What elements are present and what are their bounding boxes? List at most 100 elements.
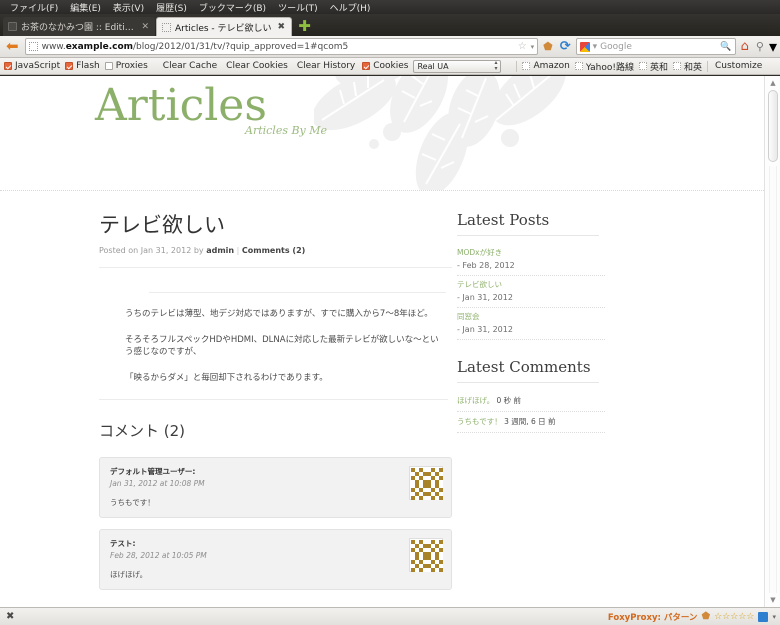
toggle-javascript[interactable]: JavaScript	[4, 61, 60, 71]
comment-link[interactable]: ほげほげ。	[457, 396, 494, 405]
post-meta-separator: |	[234, 246, 242, 255]
chevron-down-icon[interactable]: ▾	[772, 613, 776, 621]
bookmark-icon[interactable]: ⬟	[701, 611, 710, 622]
comment-item: テスト: Feb 28, 2012 at 10:05 PM ほげほげ。	[99, 528, 452, 590]
scrollbar-thumb[interactable]	[768, 90, 778, 162]
tab-close-icon[interactable]: ✖	[278, 22, 286, 32]
comments-heading: コメント (2)	[99, 421, 186, 440]
toolbar-divider	[516, 60, 518, 72]
customize-button[interactable]: Customize	[713, 61, 764, 71]
checkbox-icon[interactable]	[362, 62, 371, 70]
comment-text: うちもです！	[110, 497, 155, 507]
checkbox-icon[interactable]	[65, 62, 74, 70]
clear-cookies-button[interactable]: Clear Cookies	[224, 61, 290, 71]
menu-item-file[interactable]: ファイル(F)	[4, 1, 64, 14]
checkbox-icon[interactable]	[104, 62, 113, 70]
bookmark-icon[interactable]: ⬟	[541, 41, 555, 52]
page-scrollbar[interactable]: ▲ ▼	[764, 76, 780, 607]
page-viewport: Articles Articles By Me テレビ欲しい Posted on…	[0, 76, 780, 607]
extension-icon[interactable]	[758, 611, 769, 622]
tab-active[interactable]: Articles - テレビ欲しい ✖	[156, 17, 293, 36]
back-arrow-icon[interactable]: ⬅	[3, 39, 22, 54]
toggle-waei[interactable]: 和英	[672, 60, 702, 73]
scrollbar-track[interactable]	[769, 166, 777, 593]
checkbox-icon[interactable]	[638, 62, 647, 70]
post-date: - Jan 31, 2012	[457, 325, 513, 334]
menu-item-bookmarks[interactable]: ブックマーク(B)	[193, 1, 272, 14]
toggle-yahoo-route[interactable]: Yahoo!路線	[574, 60, 634, 73]
identicon-icon	[411, 467, 443, 500]
url-bar[interactable]: www.example.com/blog/2012/01/31/tv/?quip…	[24, 38, 539, 55]
comment-age: 0 秒 前	[496, 396, 522, 405]
tab-inactive[interactable]: お茶のなかみつ園 :: Editing: ... ✕	[3, 17, 155, 36]
google-icon	[579, 41, 590, 52]
list-item: MODxが好き - Feb 28, 2012	[457, 244, 605, 276]
navigation-toolbar: ⬅ www.example.com/blog/2012/01/31/tv/?qu…	[0, 36, 780, 58]
list-item: うちもです！ 3 週間, 6 日 前	[457, 412, 605, 433]
menu-item-help[interactable]: ヘルプ(H)	[324, 1, 377, 14]
toolbar-overflow-icon[interactable]: ▾	[769, 37, 777, 56]
toggle-cookies[interactable]: Cookies	[362, 61, 408, 71]
addon-toolbar: JavaScript Flash Proxies Clear Cache Cle…	[0, 58, 780, 75]
addons-icon[interactable]: ⚲	[754, 41, 766, 52]
post-link[interactable]: MODxが好き	[457, 247, 605, 258]
main-column: テレビ欲しい Posted on Jan 31, 2012 by admin |…	[0, 191, 452, 607]
post-body: うちのテレビは薄型、地デジ対応ではありますが、すでに購入から7〜8年ほど。 そろ…	[95, 268, 452, 385]
favicon-icon	[8, 22, 17, 31]
post-author-link[interactable]: admin	[206, 246, 234, 255]
bookmark-star-icon[interactable]: ☆	[518, 41, 527, 52]
toggle-amazon[interactable]: Amazon	[522, 61, 570, 71]
status-bar-right: FoxyProxy: パターン ⬟ ☆☆☆☆☆ ▾	[608, 611, 776, 623]
site-brand-title[interactable]: Articles	[95, 80, 267, 131]
home-icon[interactable]: ⌂	[739, 40, 751, 53]
page-title: テレビ欲しい	[99, 213, 225, 237]
browser-window: ファイル(F) 編集(E) 表示(V) 履歴(S) ブックマーク(B) ツール(…	[0, 0, 780, 625]
menu-item-view[interactable]: 表示(V)	[107, 1, 150, 14]
reload-icon[interactable]: ⟳	[558, 40, 573, 53]
post-date: - Jan 31, 2012	[457, 293, 513, 302]
site-header: Articles Articles By Me	[0, 76, 764, 191]
foxyproxy-status[interactable]: FoxyProxy: パターン	[608, 611, 698, 623]
stepper-icon[interactable]: ▴ ▾	[494, 60, 497, 72]
close-icon[interactable]: ✖	[4, 611, 16, 622]
clear-cache-button[interactable]: Clear Cache	[161, 61, 219, 71]
leaf-decoration-icon	[314, 76, 566, 190]
scroll-up-icon[interactable]: ▲	[765, 76, 780, 90]
tab-close-icon[interactable]: ✕	[141, 22, 149, 32]
clear-history-button[interactable]: Clear History	[295, 61, 357, 71]
toggle-proxies[interactable]: Proxies	[104, 61, 148, 71]
menu-item-tools[interactable]: ツール(T)	[272, 1, 324, 14]
list-item: ほげほげ。 0 秒 前	[457, 391, 605, 412]
url-text: www.example.com/blog/2012/01/31/tv/?quip…	[41, 41, 349, 52]
checkbox-icon[interactable]	[574, 62, 583, 70]
post-meta-prefix: Posted on Jan 31, 2012 by	[99, 246, 207, 255]
rating-stars-icon[interactable]: ☆☆☆☆☆	[714, 612, 754, 622]
checkbox-icon[interactable]	[672, 62, 681, 70]
post-link[interactable]: テレビ欲しい	[457, 279, 605, 290]
comment-date: Jan 31, 2012 at 10:08 PM	[110, 478, 205, 488]
toggle-label: Cookies	[373, 61, 409, 71]
widget-latest-comments: Latest Comments ほげほげ。 0 秒 前 うちもです！ 3 週間,…	[457, 358, 667, 433]
scroll-down-icon[interactable]: ▼	[765, 593, 780, 607]
post-comments-link[interactable]: Comments (2)	[242, 246, 305, 255]
chevron-down-icon[interactable]: ▾	[531, 43, 535, 51]
checkbox-icon[interactable]	[4, 62, 12, 70]
new-tab-button[interactable]: ✚	[296, 18, 313, 35]
status-bar: ✖ FoxyProxy: パターン ⬟ ☆☆☆☆☆ ▾	[0, 607, 780, 625]
search-bar[interactable]: ▾ Google 🔍	[575, 38, 736, 55]
menu-item-history[interactable]: 履歴(S)	[150, 1, 193, 14]
menu-item-edit[interactable]: 編集(E)	[64, 1, 107, 14]
page-content: テレビ欲しい Posted on Jan 31, 2012 by admin |…	[0, 191, 764, 607]
comment-link[interactable]: うちもです！	[457, 417, 502, 426]
post-link[interactable]: 同窓会	[457, 311, 605, 322]
chevron-down-icon[interactable]: ▾	[593, 42, 598, 52]
site-identity-icon[interactable]	[28, 42, 38, 51]
user-agent-select[interactable]: Real UA ▴ ▾	[413, 59, 502, 73]
post-meta: Posted on Jan 31, 2012 by admin | Commen…	[99, 246, 452, 268]
toggle-eiwa[interactable]: 英和	[638, 60, 668, 73]
toggle-flash[interactable]: Flash	[65, 61, 100, 71]
search-icon[interactable]: 🔍	[720, 42, 731, 52]
toggle-label: JavaScript	[15, 61, 61, 71]
checkbox-icon[interactable]	[522, 62, 531, 70]
post-paragraph: そろそろフルスペックHDやHDMI、DLNAに対応した最新テレビが欲しいな〜とい…	[125, 334, 439, 357]
